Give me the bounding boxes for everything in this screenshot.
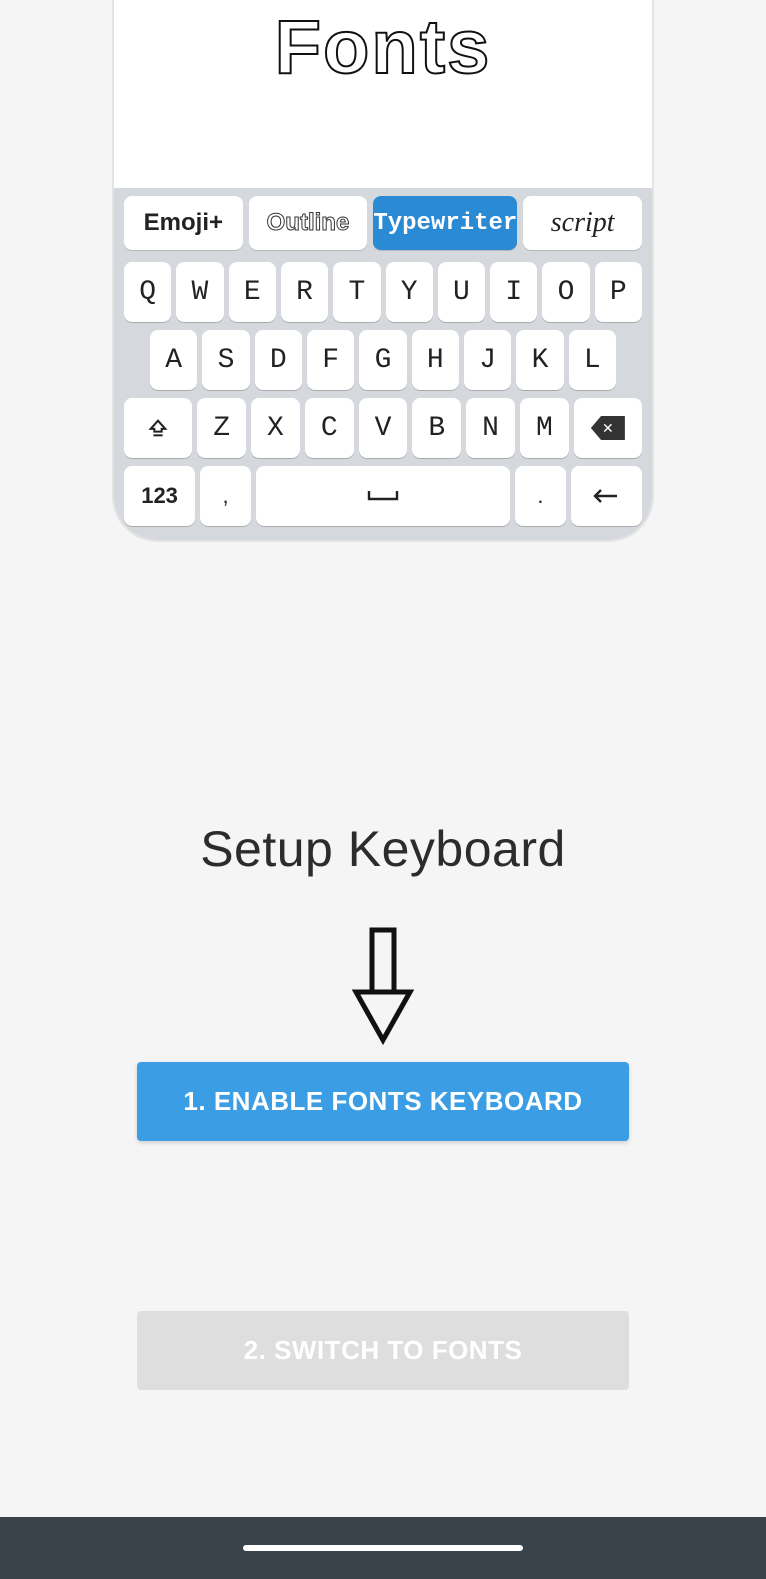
tab-emoji-plus[interactable]: Emoji+: [124, 196, 243, 250]
key-g[interactable]: G: [359, 330, 406, 390]
key-p[interactable]: P: [595, 262, 642, 322]
key-k[interactable]: K: [516, 330, 563, 390]
shift-icon: [147, 417, 169, 439]
key-return[interactable]: [571, 466, 642, 526]
key-backspace[interactable]: ✕: [574, 398, 642, 458]
key-t[interactable]: T: [333, 262, 380, 322]
key-s[interactable]: S: [202, 330, 249, 390]
key-w[interactable]: W: [176, 262, 223, 322]
switch-to-fonts-button[interactable]: 2. SWITCH TO FONTS: [137, 1311, 629, 1390]
font-tabs: Emoji+ Outline Typewriter script: [120, 196, 646, 258]
key-row-2: A S D F G H J K L: [120, 326, 646, 394]
key-numbers[interactable]: 123: [124, 466, 195, 526]
key-row-3: Z X C V B N M ✕: [120, 394, 646, 462]
setup-section: Setup Keyboard 1. ENABLE FONTS KEYBOARD …: [0, 820, 766, 1390]
key-x[interactable]: X: [251, 398, 300, 458]
key-row-1: Q W E R T Y U I O P: [120, 258, 646, 326]
key-n[interactable]: N: [466, 398, 515, 458]
key-r[interactable]: R: [281, 262, 328, 322]
key-d[interactable]: D: [255, 330, 302, 390]
tab-outline[interactable]: Outline: [249, 196, 368, 250]
key-c[interactable]: C: [305, 398, 354, 458]
key-y[interactable]: Y: [386, 262, 433, 322]
key-q[interactable]: Q: [124, 262, 171, 322]
keyboard: Emoji+ Outline Typewriter script Q W E R…: [114, 188, 652, 540]
system-nav-bar: [0, 1517, 766, 1579]
key-period[interactable]: .: [515, 466, 566, 526]
key-i[interactable]: I: [490, 262, 537, 322]
key-j[interactable]: J: [464, 330, 511, 390]
tab-script[interactable]: script: [523, 196, 642, 250]
key-space[interactable]: [256, 466, 510, 526]
home-indicator[interactable]: [243, 1545, 523, 1551]
down-arrow-icon: [352, 926, 414, 1046]
key-b[interactable]: B: [412, 398, 461, 458]
key-l[interactable]: L: [569, 330, 616, 390]
keyboard-preview: Fonts Emoji+ Outline Typewriter script Q…: [112, 0, 654, 542]
backspace-icon: ✕: [591, 416, 625, 440]
key-shift[interactable]: [124, 398, 192, 458]
key-m[interactable]: M: [520, 398, 569, 458]
app-title: Fonts: [114, 4, 652, 91]
key-f[interactable]: F: [307, 330, 354, 390]
key-a[interactable]: A: [150, 330, 197, 390]
setup-heading: Setup Keyboard: [0, 820, 766, 878]
return-icon: [591, 486, 621, 506]
enable-keyboard-button[interactable]: 1. ENABLE FONTS KEYBOARD: [137, 1062, 629, 1141]
key-h[interactable]: H: [412, 330, 459, 390]
key-row-4: 123 , .: [120, 462, 646, 530]
key-u[interactable]: U: [438, 262, 485, 322]
key-comma[interactable]: ,: [200, 466, 251, 526]
tab-typewriter[interactable]: Typewriter: [373, 196, 517, 250]
key-v[interactable]: V: [359, 398, 408, 458]
space-icon: [363, 487, 403, 505]
key-e[interactable]: E: [229, 262, 276, 322]
key-z[interactable]: Z: [197, 398, 246, 458]
key-o[interactable]: O: [542, 262, 589, 322]
